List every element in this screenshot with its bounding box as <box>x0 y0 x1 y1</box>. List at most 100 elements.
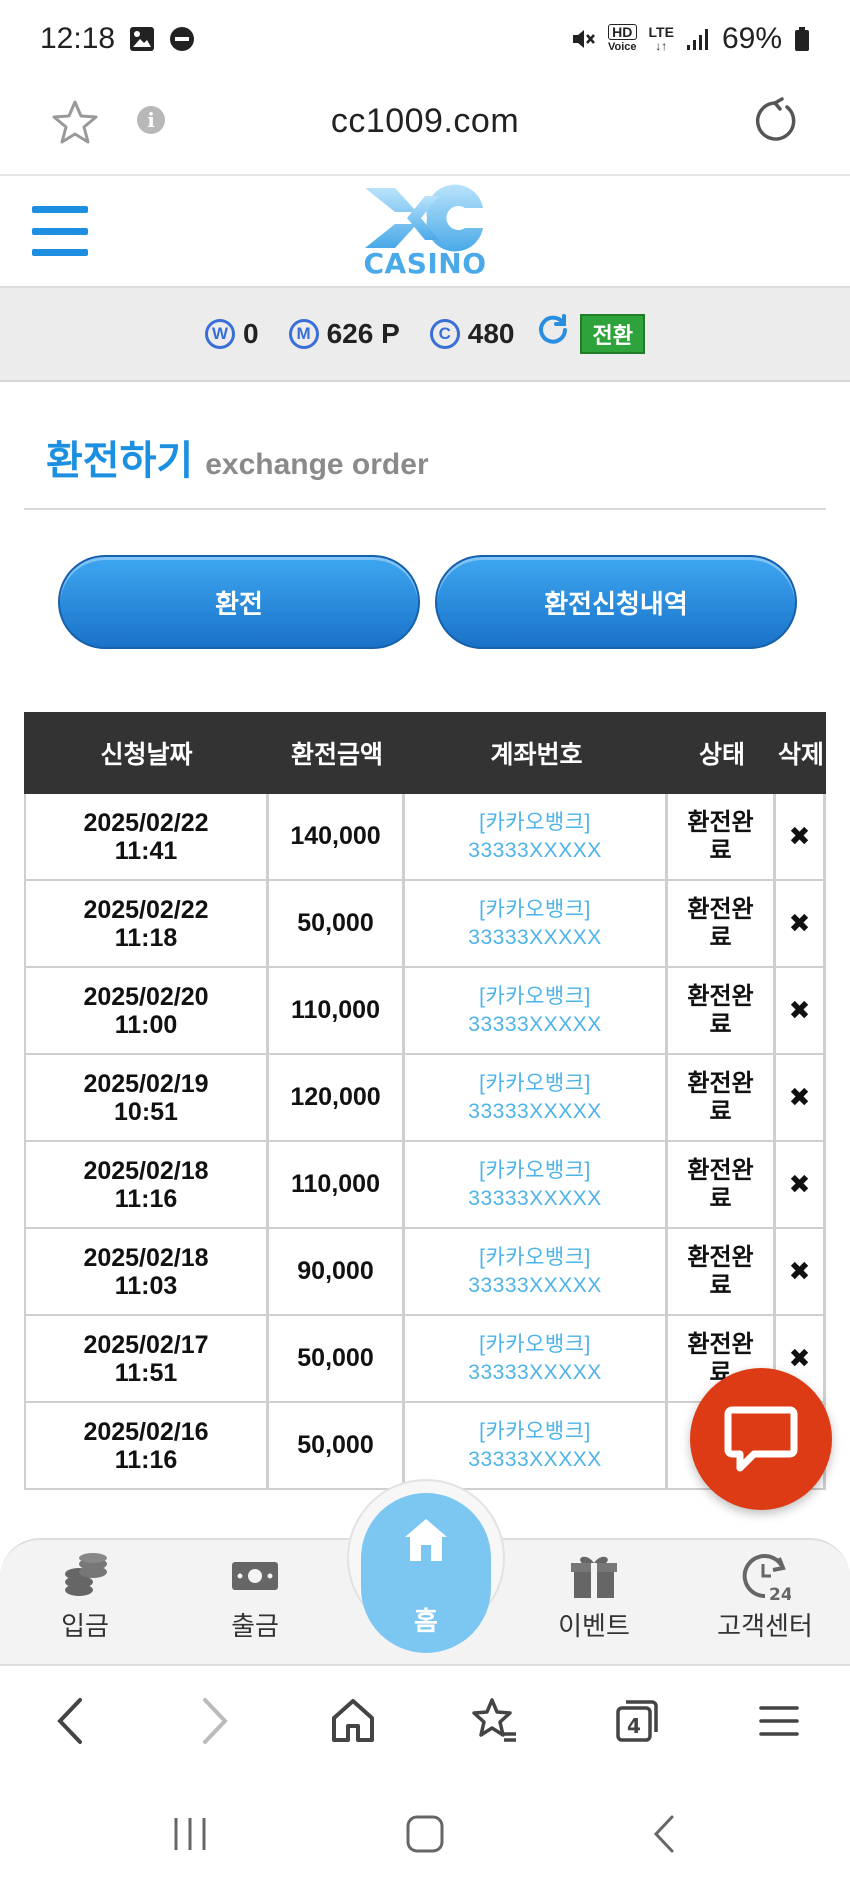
mileage-balance: 626 P <box>326 318 400 349</box>
request-time: 11:00 <box>114 1010 178 1039</box>
status-text: 환전완 <box>687 1069 754 1097</box>
gift-icon <box>571 1556 617 1598</box>
url-text[interactable]: cc1009.com <box>0 102 850 141</box>
browser-url-bar: i cc1009.com <box>0 78 850 176</box>
exchange-amount: 110,000 <box>291 1170 380 1198</box>
account-number: 33333XXXXX <box>468 1273 602 1297</box>
browser-menu-icon[interactable] <box>757 1696 801 1751</box>
hd-voice-icon: HD Voice <box>608 24 637 54</box>
nav-withdraw[interactable]: 출금 <box>195 1550 315 1660</box>
reload-icon[interactable] <box>750 96 800 151</box>
won-coin-icon: W <box>205 319 236 349</box>
cell-status: 환전완 료 <box>668 1142 776 1227</box>
delete-icon[interactable]: ✖ <box>789 1256 811 1287</box>
request-time: 11:51 <box>114 1358 178 1387</box>
table-row: 2025/02/19 10:51 120,000 [카카오뱅크] 33333XXXXX 환… <box>24 1055 826 1142</box>
status-text: 환전완 <box>687 808 754 836</box>
request-date: 2025/02/16 <box>83 1417 209 1446</box>
system-home-icon[interactable] <box>405 1814 445 1859</box>
page-title-korean: 환전하기 <box>46 439 194 483</box>
nav-home[interactable]: 홈 <box>347 1479 505 1653</box>
exchange-amount: 50,000 <box>297 1431 374 1459</box>
mileage-coin-icon: M <box>288 319 319 349</box>
convert-button[interactable]: 전환 <box>580 314 645 354</box>
request-time: 11:16 <box>114 1184 178 1213</box>
cell-account: [카카오뱅크] 33333XXXXX <box>405 1403 668 1488</box>
nav-event-label: 이벤트 <box>558 1611 630 1641</box>
cell-status: 환전완 료 <box>668 881 776 966</box>
live-chat-button[interactable] <box>690 1368 832 1510</box>
request-date: 2025/02/18 <box>83 1243 209 1272</box>
cash-icon <box>232 1562 278 1590</box>
tabs-icon[interactable]: 4 <box>612 1696 662 1751</box>
coins-icon <box>65 1553 107 1596</box>
request-date: 2025/02/18 <box>83 1156 209 1185</box>
delete-icon[interactable]: ✖ <box>789 995 811 1026</box>
table-row: 2025/02/17 11:51 50,000 [카카오뱅크] 33333XXXXX 환전… <box>24 1316 826 1403</box>
menu-hamburger-icon[interactable] <box>32 206 88 256</box>
support-24-text: 24 <box>769 1585 791 1602</box>
exchange-button[interactable]: 환전 <box>58 555 420 649</box>
battery-icon <box>794 26 810 52</box>
cell-request-date: 2025/02/18 11:03 <box>24 1229 269 1314</box>
account-number: 33333XXXXX <box>468 1360 602 1384</box>
status-text-cont: 료 <box>709 1010 732 1038</box>
recent-apps-icon[interactable] <box>170 1814 210 1859</box>
cell-request-date: 2025/02/22 11:18 <box>24 881 269 966</box>
back-icon[interactable] <box>50 1696 90 1751</box>
system-back-icon[interactable] <box>650 1814 680 1859</box>
cell-account: [카카오뱅크] 33333XXXXX <box>405 881 668 966</box>
nav-support[interactable]: 24 고객센터 <box>705 1550 825 1660</box>
bank-name: [카카오뱅크] <box>479 1071 591 1095</box>
cell-account: [카카오뱅크] 33333XXXXX <box>405 1229 668 1314</box>
delete-icon[interactable]: ✖ <box>789 908 811 939</box>
exchange-amount: 50,000 <box>297 909 374 937</box>
delete-icon[interactable]: ✖ <box>789 1082 811 1113</box>
cell-status: 환전완 료 <box>668 968 776 1053</box>
title-divider <box>24 508 826 510</box>
cell-status: 환전완 료 <box>668 1229 776 1314</box>
casino-logo[interactable]: CASINO <box>355 182 495 282</box>
nav-support-label: 고객센터 <box>717 1611 813 1641</box>
status-text: 환전완 <box>687 982 754 1010</box>
cell-amount: 50,000 <box>269 1403 405 1488</box>
delete-icon[interactable]: ✖ <box>789 1343 811 1374</box>
account-number: 33333XXXXX <box>468 1186 602 1210</box>
header-status: 상태 <box>698 741 745 769</box>
browser-home-icon[interactable] <box>330 1696 376 1751</box>
delete-icon[interactable]: ✖ <box>789 1169 811 1200</box>
cell-amount: 50,000 <box>269 881 405 966</box>
request-time: 11:16 <box>114 1445 178 1474</box>
nav-home-label: 홈 <box>414 1606 438 1636</box>
forward-icon[interactable] <box>195 1696 235 1751</box>
bookmarks-icon[interactable] <box>470 1696 520 1751</box>
request-date: 2025/02/19 <box>83 1069 209 1098</box>
refresh-balance-icon[interactable] <box>536 313 570 356</box>
cell-status: 환전완 료 <box>668 794 776 879</box>
table-row: 2025/02/18 11:03 90,000 [카카오뱅크] 33333XXXXX 환전… <box>24 1229 826 1316</box>
bank-name: [카카오뱅크] <box>479 984 591 1008</box>
request-date: 2025/02/22 <box>83 895 209 924</box>
nav-event[interactable]: 이벤트 <box>534 1550 654 1660</box>
status-text: 환전완 <box>687 1243 754 1271</box>
cell-account: [카카오뱅크] 33333XXXXX <box>405 1142 668 1227</box>
chat-bubble-icon <box>724 1406 798 1472</box>
cell-status: 환전완 료 <box>668 1055 776 1140</box>
mute-icon <box>570 26 596 52</box>
table-header: 신청날짜 환전금액 계좌번호 상태 삭제 <box>24 712 826 794</box>
delete-icon[interactable]: ✖ <box>789 821 811 852</box>
nav-deposit[interactable]: 입금 <box>25 1550 145 1660</box>
site-header: CASINO <box>0 176 850 288</box>
tab-count: 4 <box>627 1714 641 1738</box>
request-time: 10:51 <box>114 1097 178 1126</box>
exchange-amount: 90,000 <box>297 1257 374 1285</box>
account-number: 33333XXXXX <box>468 838 602 862</box>
status-time: 12:18 <box>40 22 116 55</box>
page-title-english: exchange order <box>205 448 429 481</box>
bank-name: [카카오뱅크] <box>479 1332 591 1356</box>
cell-request-date: 2025/02/20 11:00 <box>24 968 269 1053</box>
exchange-history-button[interactable]: 환전신청내역 <box>435 555 797 649</box>
request-date: 2025/02/22 <box>83 808 209 837</box>
balance-bar: W 0 M 626 P C 480 전환 <box>0 288 850 382</box>
table-body: 2025/02/22 11:41 140,000 [카카오뱅크] 33333XXXXX 환… <box>24 794 826 1490</box>
